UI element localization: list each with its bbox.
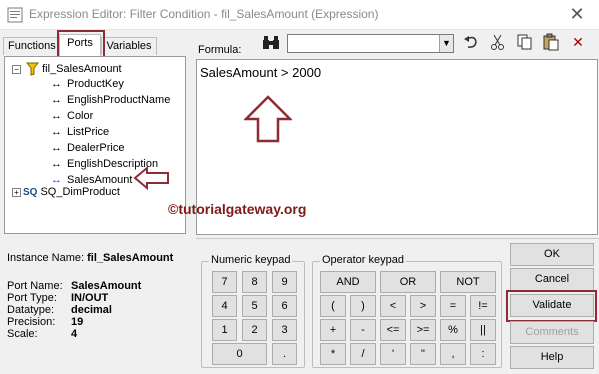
prop-key: Port Name: bbox=[7, 280, 63, 292]
tab-variables[interactable]: Variables bbox=[101, 37, 157, 55]
comments-button[interactable]: Comments bbox=[510, 321, 594, 344]
ok-button[interactable]: OK bbox=[510, 243, 594, 266]
prop-key: Precision: bbox=[7, 316, 56, 328]
cut-icon[interactable] bbox=[489, 33, 507, 51]
key-greater-equal[interactable]: >= bbox=[410, 319, 436, 341]
prop-key: Datatype: bbox=[7, 304, 55, 316]
key-less-equal[interactable]: <= bbox=[380, 319, 406, 341]
key-6[interactable]: 6 bbox=[272, 295, 297, 317]
key-single-quote[interactable]: ' bbox=[380, 343, 406, 365]
port-properties: Port Name: SalesAmount Port Type: IN/OUT D… bbox=[7, 280, 141, 340]
key-colon[interactable]: : bbox=[470, 343, 496, 365]
tree-item-color[interactable]: ↔ Color bbox=[51, 110, 93, 126]
in-out-port-icon: ↔ bbox=[51, 158, 62, 170]
undo-icon[interactable] bbox=[462, 33, 480, 51]
help-button[interactable]: Help bbox=[510, 346, 594, 369]
ports-tree[interactable]: − fil_SalesAmount ↔ ProductKey ↔ EnglishPr… bbox=[4, 56, 186, 234]
operator-keypad: Operator keypad AND OR NOT ( ) < > = != … bbox=[312, 254, 502, 368]
filter-icon bbox=[26, 62, 40, 76]
key-8[interactable]: 8 bbox=[242, 271, 267, 293]
key-and[interactable]: AND bbox=[320, 271, 376, 293]
search-combo[interactable]: ▼ bbox=[287, 34, 454, 53]
delete-icon[interactable]: ✕ bbox=[569, 33, 587, 51]
key-minus[interactable]: - bbox=[350, 319, 376, 341]
pointer-arrow-icon bbox=[133, 166, 169, 190]
key-double-quote[interactable]: " bbox=[410, 343, 436, 365]
numeric-keypad: Numeric keypad 7 8 9 4 5 6 1 2 3 0 . bbox=[201, 254, 305, 368]
key-2[interactable]: 2 bbox=[242, 319, 267, 341]
in-out-port-icon: ↔ bbox=[51, 174, 62, 186]
source-qualifier-icon: SQ bbox=[23, 187, 38, 198]
prop-value: decimal bbox=[71, 304, 112, 316]
in-out-port-icon: ↔ bbox=[51, 110, 62, 122]
watermark: ©tutorialgateway.org bbox=[168, 201, 307, 217]
prop-key: Port Type: bbox=[7, 292, 57, 304]
expand-icon[interactable]: + bbox=[12, 187, 21, 197]
in-out-port-icon: ↔ bbox=[51, 142, 62, 154]
tree-item-dealerprice[interactable]: ↔ DealerPrice bbox=[51, 142, 124, 158]
key-0[interactable]: 0 bbox=[212, 343, 267, 365]
key-1[interactable]: 1 bbox=[212, 319, 237, 341]
prop-key: Scale: bbox=[7, 328, 38, 340]
key-or[interactable]: OR bbox=[380, 271, 436, 293]
in-out-port-icon: ↔ bbox=[51, 126, 62, 138]
chevron-down-icon[interactable]: ▼ bbox=[439, 35, 453, 52]
key-close-paren[interactable]: ) bbox=[350, 295, 376, 317]
ports-tab-highlight bbox=[57, 30, 105, 58]
tab-functions[interactable]: Functions bbox=[3, 37, 59, 55]
key-5[interactable]: 5 bbox=[242, 295, 267, 317]
copy-icon[interactable] bbox=[516, 33, 534, 51]
cancel-button[interactable]: Cancel bbox=[510, 268, 594, 291]
tree-item-listprice[interactable]: ↔ ListPrice bbox=[51, 126, 109, 142]
close-icon[interactable]: ✕ bbox=[565, 3, 589, 25]
title-bar: Expression Editor: Filter Condition - fi… bbox=[0, 0, 599, 30]
tree-item-productkey[interactable]: ↔ ProductKey bbox=[51, 78, 124, 94]
collapse-icon[interactable]: − bbox=[12, 64, 21, 74]
key-concat[interactable]: || bbox=[470, 319, 496, 341]
tree-root-label: fil_SalesAmount bbox=[42, 62, 122, 75]
key-open-paren[interactable]: ( bbox=[320, 295, 346, 317]
key-plus[interactable]: + bbox=[320, 319, 346, 341]
tree-root-node[interactable]: − fil_SalesAmount bbox=[12, 62, 122, 78]
key-multiply[interactable]: * bbox=[320, 343, 346, 365]
operator-keypad-title: Operator keypad bbox=[320, 254, 406, 266]
key-equals[interactable]: = bbox=[440, 295, 466, 317]
tree-item-source-qualifier[interactable]: + SQ SQ_DimProduct bbox=[12, 186, 120, 202]
key-greater-than[interactable]: > bbox=[410, 295, 436, 317]
formula-label: Formula: bbox=[198, 44, 242, 56]
prop-value: 4 bbox=[71, 328, 78, 340]
key-not[interactable]: NOT bbox=[440, 271, 496, 293]
in-out-port-icon: ↔ bbox=[51, 94, 62, 106]
key-decimal[interactable]: . bbox=[272, 343, 297, 365]
validate-highlight bbox=[506, 290, 597, 322]
key-4[interactable]: 4 bbox=[212, 295, 237, 317]
prop-value: 19 bbox=[71, 316, 84, 328]
key-divide[interactable]: / bbox=[350, 343, 376, 365]
paste-icon[interactable] bbox=[542, 33, 560, 51]
window-title: Expression Editor: Filter Condition - fi… bbox=[29, 7, 379, 21]
in-out-port-icon: ↔ bbox=[51, 78, 62, 90]
instance-name-value: fil_SalesAmount bbox=[87, 252, 174, 264]
divider bbox=[196, 238, 599, 239]
binoculars-icon[interactable] bbox=[262, 35, 280, 51]
key-not-equals[interactable]: != bbox=[470, 295, 496, 317]
prop-value: IN/OUT bbox=[71, 292, 109, 304]
tree-item-englishproductname[interactable]: ↔ EnglishProductName bbox=[51, 94, 170, 110]
up-arrow-annotation-icon bbox=[244, 95, 292, 143]
key-3[interactable]: 3 bbox=[272, 319, 297, 341]
numeric-keypad-title: Numeric keypad bbox=[209, 254, 293, 266]
instance-name: Instance Name: fil_SalesAmount bbox=[7, 252, 174, 264]
key-percent[interactable]: % bbox=[440, 319, 466, 341]
key-7[interactable]: 7 bbox=[212, 271, 237, 293]
app-icon bbox=[7, 7, 23, 23]
key-comma[interactable]: , bbox=[440, 343, 466, 365]
key-9[interactable]: 9 bbox=[272, 271, 297, 293]
prop-value: SalesAmount bbox=[71, 280, 142, 292]
key-less-than[interactable]: < bbox=[380, 295, 406, 317]
formula-text[interactable]: SalesAmount > 2000 bbox=[200, 65, 321, 80]
